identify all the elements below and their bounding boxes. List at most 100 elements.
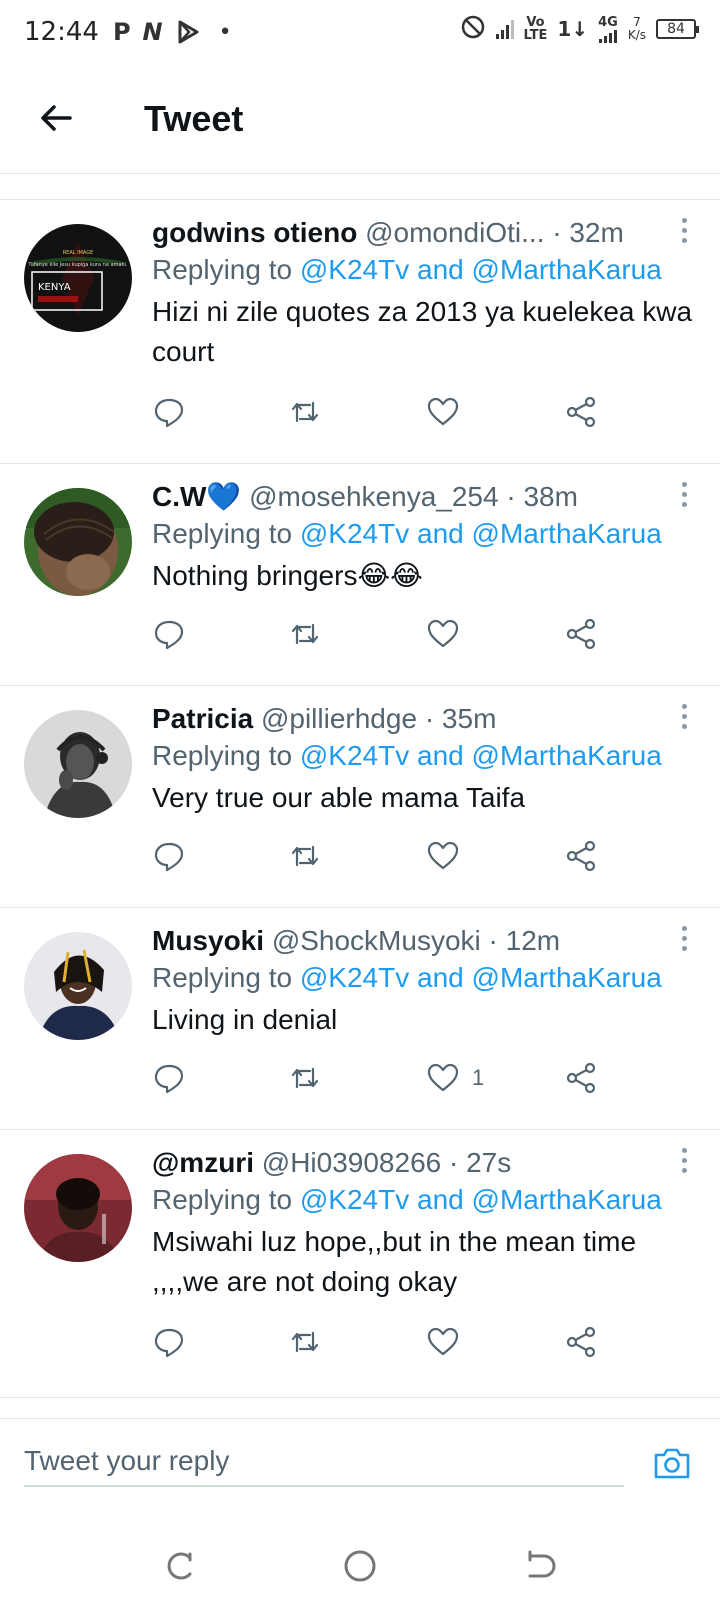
tweet-time: 38m	[523, 481, 578, 512]
mention-link[interactable]: @K24Tv	[300, 962, 409, 993]
user-name[interactable]: Musyoki	[152, 925, 264, 956]
heart-icon	[427, 1327, 459, 1356]
user-name[interactable]: godwins otieno	[152, 217, 357, 248]
page-title: Tweet	[144, 98, 244, 139]
mention-link[interactable]: @MarthaKarua	[472, 1184, 662, 1215]
like-count: 1	[472, 1065, 485, 1090]
mention-link[interactable]: @K24Tv	[300, 518, 409, 549]
tweet-time: 27s	[466, 1147, 512, 1178]
share-button[interactable]	[564, 1058, 598, 1098]
replying-to: Replying to @K24Tv and @MarthaKarua	[152, 254, 662, 285]
share-button[interactable]	[564, 392, 598, 432]
more-options-icon[interactable]	[678, 218, 690, 248]
like-button[interactable]	[426, 614, 472, 654]
reply-icon	[154, 620, 184, 650]
mention-link[interactable]: @K24Tv	[300, 1184, 409, 1215]
reply-button[interactable]	[152, 836, 186, 876]
user-handle[interactable]: @ShockMusyoki	[272, 925, 481, 956]
replying-to: Replying to @K24Tv and @MarthaKarua	[152, 962, 662, 993]
home-icon[interactable]	[342, 1548, 378, 1584]
tweet-item[interactable]: @mzuri @Hi03908266 · 27s Replying to @K2…	[0, 1130, 720, 1398]
back-arrow-icon[interactable]	[36, 98, 76, 138]
replying-to: Replying to @K24Tv and @MarthaKarua	[152, 740, 662, 771]
separator-dot: ·	[424, 703, 442, 734]
volte-label: Vo LTE	[523, 15, 548, 43]
tweet-actions	[152, 836, 632, 876]
retweet-button[interactable]	[288, 392, 322, 432]
more-options-icon[interactable]	[678, 1148, 690, 1178]
heart-icon	[427, 1063, 459, 1092]
signal-1-icon	[495, 19, 514, 39]
reply-icon	[154, 398, 184, 428]
status-indicators: Vo LTE 1↓ 4G 7 K/s 84	[460, 14, 699, 44]
camera-icon[interactable]	[652, 1443, 692, 1483]
dnd-icon	[460, 14, 486, 44]
retweet-button[interactable]	[288, 1058, 322, 1098]
user-name[interactable]: C.W💙	[152, 481, 241, 512]
user-handle[interactable]: @pillierhdge	[261, 703, 417, 734]
mention-link[interactable]: @MarthaKarua	[472, 518, 662, 549]
avatar-caption: Tufanye kile Jesu kupiga kura na amani.	[27, 262, 128, 268]
reply-icon	[154, 842, 184, 872]
retweet-icon	[291, 845, 319, 867]
share-icon	[566, 1326, 596, 1358]
reply-icon	[154, 1328, 184, 1358]
mention-link[interactable]: @MarthaKarua	[472, 962, 662, 993]
mention-link[interactable]: @MarthaKarua	[472, 740, 662, 771]
tweet-time: 32m	[569, 217, 624, 248]
back-nav-icon[interactable]	[522, 1548, 558, 1584]
retweet-icon	[291, 1067, 319, 1089]
reply-button[interactable]	[152, 1058, 186, 1098]
notification-p-icon: P	[112, 18, 131, 46]
more-options-icon[interactable]	[678, 704, 690, 734]
share-button[interactable]	[564, 1322, 598, 1362]
recents-icon[interactable]	[162, 1548, 198, 1584]
avatar[interactable]	[24, 1154, 132, 1262]
avatar[interactable]	[24, 488, 132, 596]
reply-input[interactable]	[24, 1437, 624, 1487]
user-name[interactable]: Patricia	[152, 703, 253, 734]
like-button[interactable]	[426, 836, 472, 876]
reply-button[interactable]	[152, 614, 186, 654]
tweet-item[interactable]: C.W💙 @mosehkenya_254 · 38m Replying to @…	[0, 464, 720, 686]
tweet-item[interactable]: Patricia @pillierhdge · 35m Replying to …	[0, 686, 720, 908]
share-button[interactable]	[564, 614, 598, 654]
tweet-time: 12m	[505, 925, 561, 956]
heart-icon	[427, 841, 459, 870]
tweet-header: Musyoki @ShockMusyoki · 12m	[152, 924, 696, 958]
data-arrows-icon: 1↓	[557, 17, 589, 41]
user-name[interactable]: @mzuri	[152, 1147, 254, 1178]
avatar[interactable]	[24, 710, 132, 818]
more-options-icon[interactable]	[678, 926, 690, 956]
retweet-button[interactable]	[288, 1322, 322, 1362]
tweet-header: Patricia @pillierhdge · 35m	[152, 702, 696, 736]
user-handle[interactable]: @omondiOti...	[365, 217, 544, 248]
separator-dot: ·	[552, 217, 570, 248]
avatar[interactable]: REAL IMAGE Tufanye kile Jesu kupiga kura…	[24, 224, 132, 332]
like-button[interactable]: 1	[426, 1058, 484, 1098]
user-handle[interactable]: @mosehkenya_254	[249, 481, 498, 512]
status-time: 12:44	[24, 17, 99, 47]
tweet-header: godwins otieno @omondiOti... · 32m	[152, 216, 696, 250]
reply-button[interactable]	[152, 1322, 186, 1362]
avatar[interactable]	[24, 932, 132, 1040]
mention-link[interactable]: @K24Tv	[300, 254, 409, 285]
like-button[interactable]	[426, 1322, 472, 1362]
share-button[interactable]	[564, 836, 598, 876]
mention-link[interactable]: @MarthaKarua	[472, 254, 662, 285]
user-handle[interactable]: @Hi03908266	[262, 1147, 441, 1178]
retweet-button[interactable]	[288, 836, 322, 876]
tweet-text: Nothing bringers😂😂	[152, 560, 423, 591]
like-button[interactable]	[426, 392, 472, 432]
mention-link[interactable]: @K24Tv	[300, 740, 409, 771]
tweet-item[interactable]: Musyoki @ShockMusyoki · 12m Replying to …	[0, 908, 720, 1130]
reply-composer	[0, 1418, 720, 1508]
reply-button[interactable]	[152, 392, 186, 432]
tweet-header: @mzuri @Hi03908266 · 27s	[152, 1146, 696, 1180]
retweet-button[interactable]	[288, 614, 322, 654]
more-options-icon[interactable]	[678, 482, 690, 512]
tweet-text: Msiwahi luz hope,,but in the mean time ,…	[152, 1226, 637, 1297]
tweet-item[interactable]: REAL IMAGE Tufanye kile Jesu kupiga kura…	[0, 200, 720, 464]
reply-icon	[154, 1064, 184, 1094]
notification-n-icon: N	[142, 18, 163, 46]
